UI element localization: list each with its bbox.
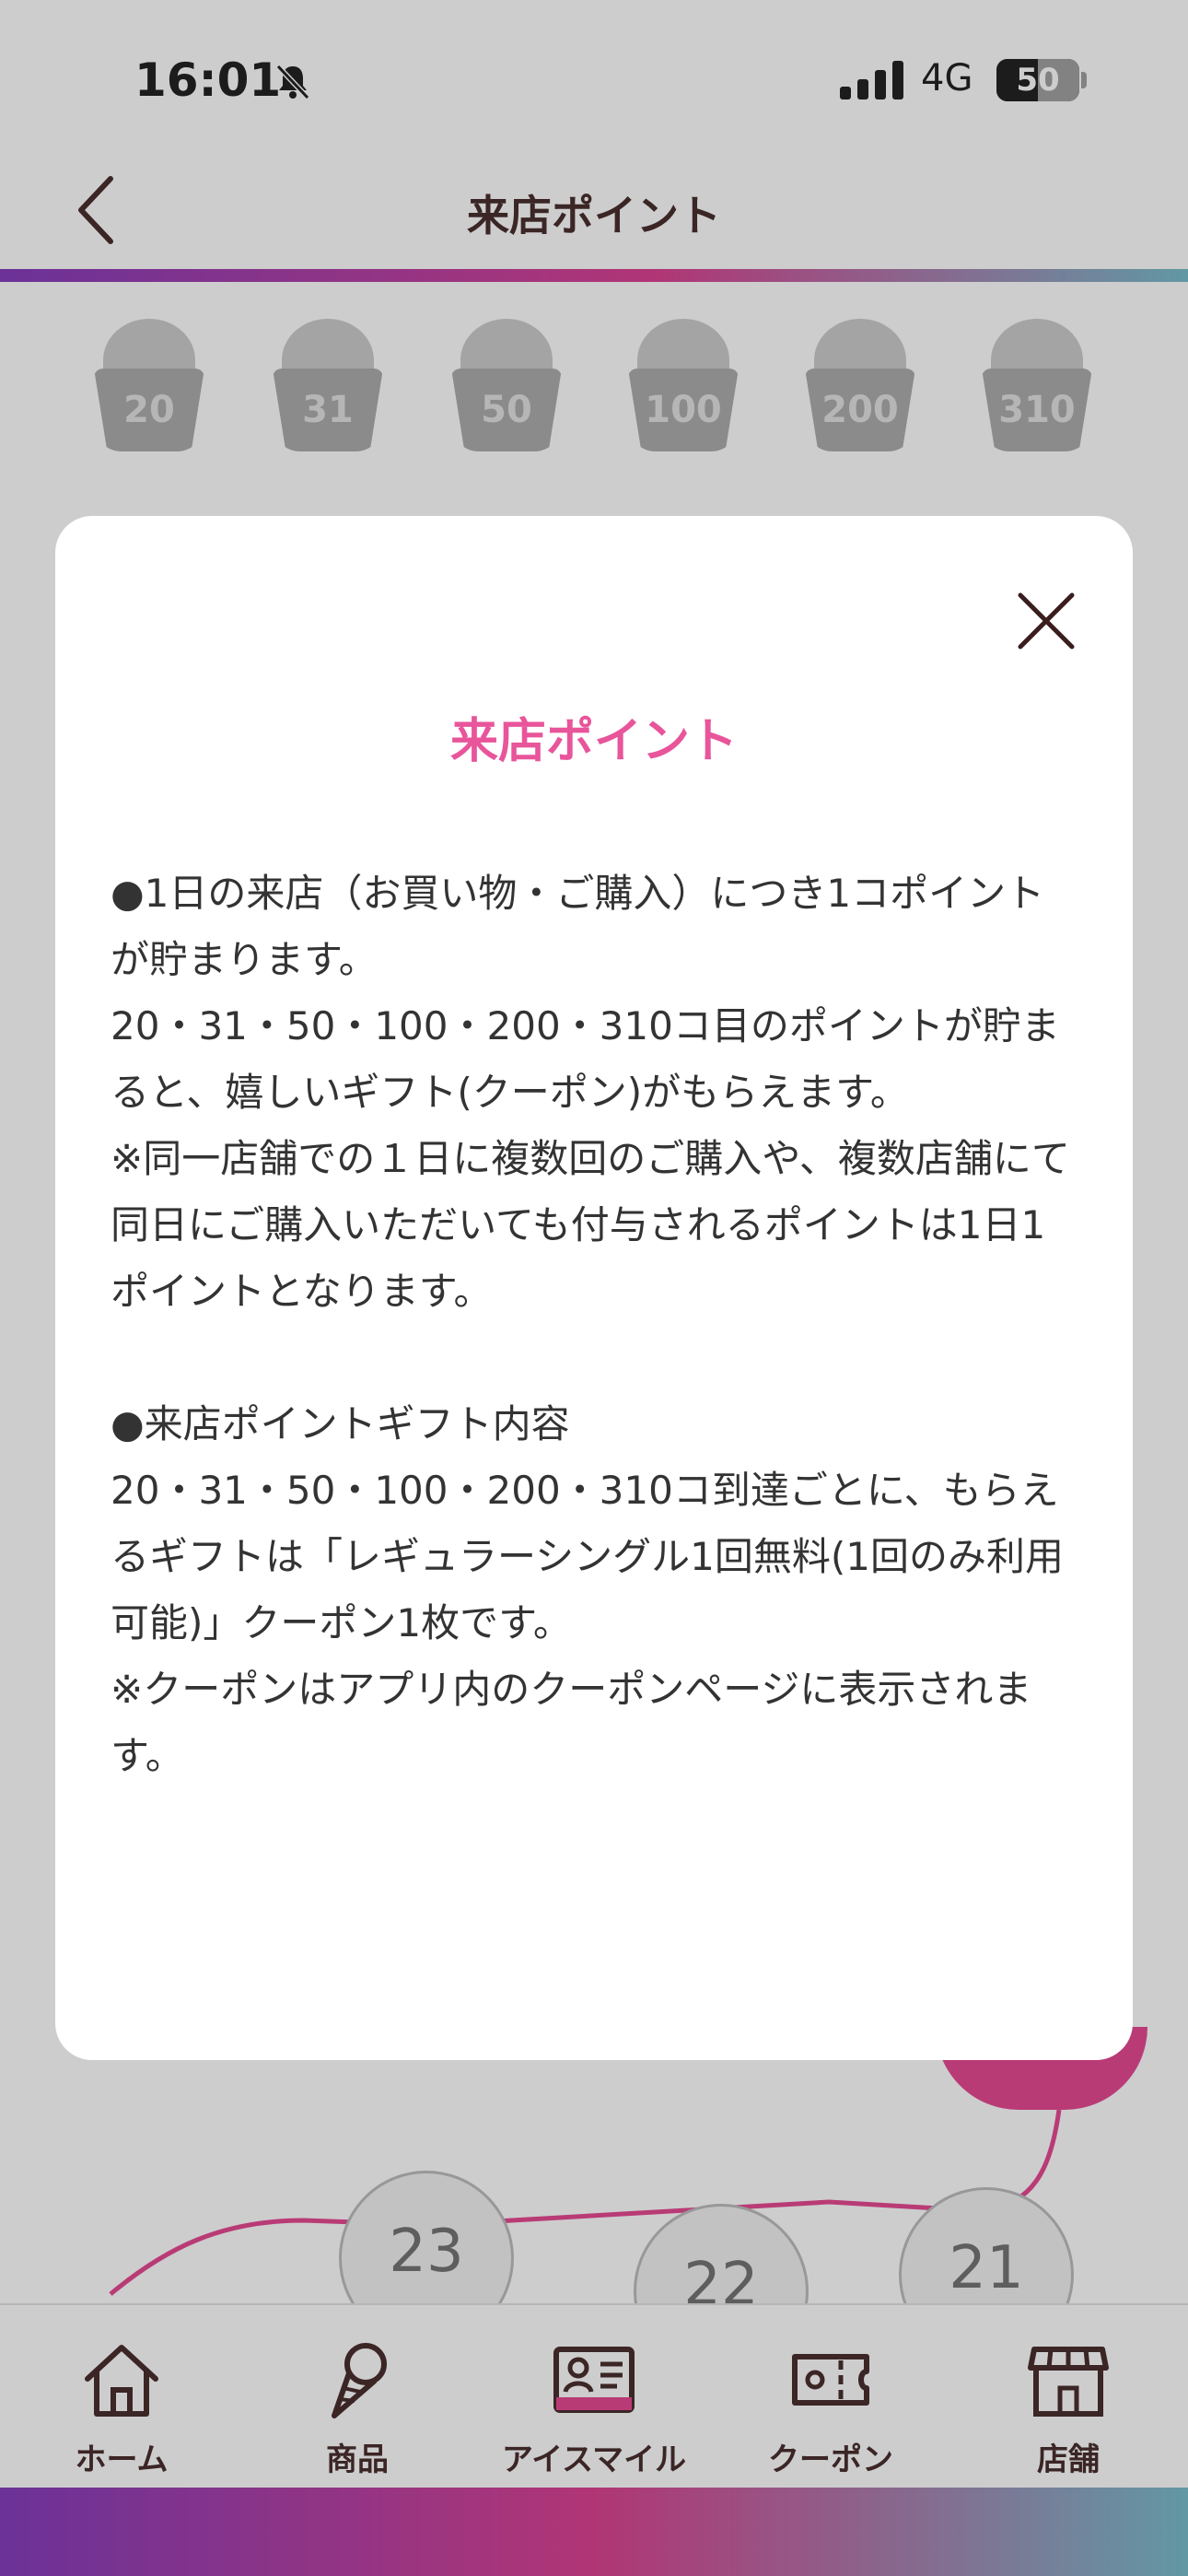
modal-paragraph: 20・31・50・100・200・310コ到達ごとに、もらえるギフトは「レギュラ…	[111, 1468, 1064, 1645]
modal-paragraph: ※同一店舗での１日に複数回のご購入や、複数店舗にて同日にご購入いただいても付与さ…	[111, 1136, 1070, 1314]
modal-paragraph: 20・31・50・100・200・310コ目のポイントが貯まると、嬉しいギフト(…	[111, 1003, 1060, 1115]
close-icon[interactable]	[1009, 584, 1083, 658]
modal-body: ●1日の来店（お買い物・ご購入）につき1コポイントが貯まります。 20・31・5…	[111, 861, 1077, 1789]
modal-paragraph: ●来店ポイントギフト内容	[111, 1401, 570, 1446]
modal-paragraph: ※クーポンはアプリ内のクーポンページに表示されます。	[111, 1667, 1032, 1778]
modal-paragraph: ●1日の来店（お買い物・ご購入）につき1コポイントが貯まります。	[111, 871, 1045, 982]
modal-title: 来店ポイント	[449, 714, 738, 769]
